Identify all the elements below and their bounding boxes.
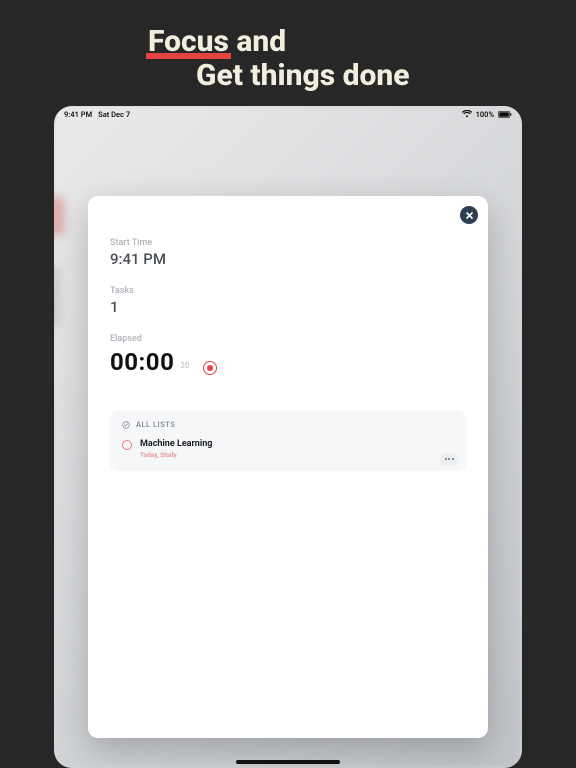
headline-line2: Get things done	[0, 60, 576, 92]
home-indicator[interactable]	[236, 760, 340, 764]
headline-and: and	[236, 24, 286, 59]
status-bar: 9:41 PM Sat Dec 7 100%	[54, 106, 522, 122]
elapsed-time: 00:00	[110, 348, 174, 376]
task-title: Machine Learning	[140, 439, 212, 449]
close-icon	[465, 211, 474, 220]
focus-session-modal: Start Time 9:41 PM Tasks 1 Elapsed 00:00…	[88, 196, 488, 738]
battery-icon	[498, 111, 512, 118]
start-time-label: Start Time	[110, 238, 466, 248]
elapsed-label: Elapsed	[110, 334, 466, 344]
check-icon	[122, 421, 130, 429]
task-meta: Today, Study	[140, 451, 212, 459]
headline-focus: Focus	[148, 24, 229, 59]
wifi-icon	[462, 110, 472, 118]
task-checkbox[interactable]	[122, 440, 132, 450]
record-icon	[203, 361, 217, 375]
close-button[interactable]	[460, 206, 478, 224]
task-list-card: ALL LISTS Machine Learning Today, Study	[110, 410, 466, 471]
tasks-value: 1	[110, 298, 466, 316]
status-time: 9:41 PM	[64, 110, 92, 119]
task-row[interactable]: Machine Learning Today, Study	[122, 439, 454, 459]
promo-headline: Focus and Get things done	[0, 26, 576, 91]
start-time-value: 9:41 PM	[110, 250, 466, 268]
elapsed-centiseconds: 20	[180, 361, 189, 370]
more-icon	[445, 458, 454, 460]
status-date: Sat Dec 7	[98, 110, 130, 119]
more-button[interactable]	[440, 453, 458, 465]
status-battery-text: 100%	[476, 110, 494, 119]
tasks-label: Tasks	[110, 286, 466, 296]
record-button[interactable]	[203, 361, 217, 375]
list-header[interactable]: ALL LISTS	[122, 420, 454, 429]
ipad-frame: 9:41 PM Sat Dec 7 100% Start Time 9:41 P…	[54, 106, 522, 768]
list-header-label: ALL LISTS	[136, 420, 175, 429]
